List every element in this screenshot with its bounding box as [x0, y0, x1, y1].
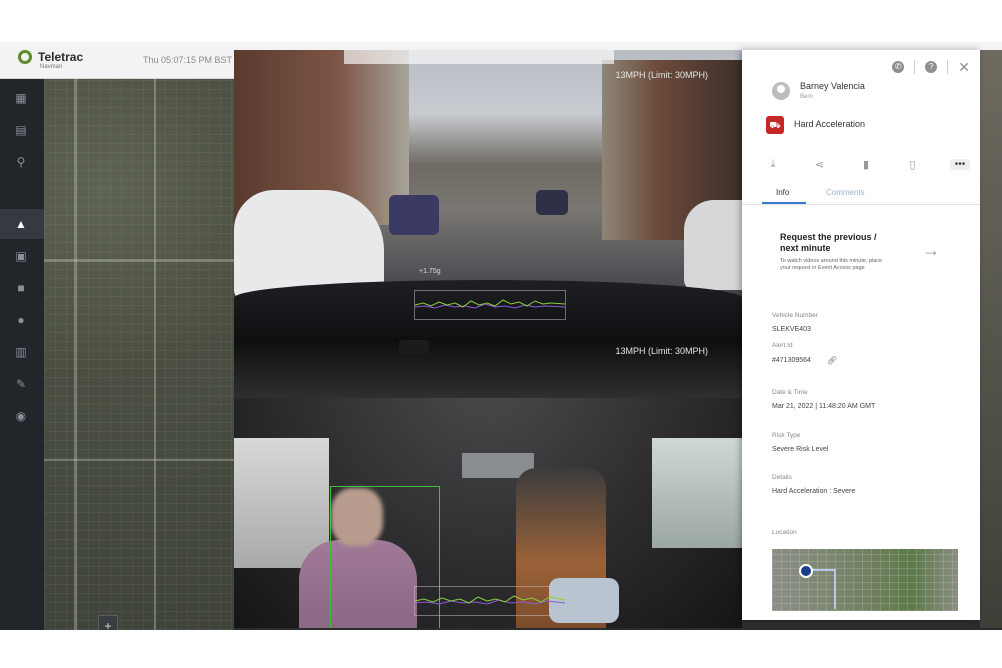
alert-id-value: #471309564 — [772, 357, 811, 364]
logo[interactable]: Teletrac — [18, 50, 83, 64]
map-road — [44, 259, 234, 262]
vehicle-number-value: SLEKVE403 — [772, 326, 811, 333]
map-edge — [980, 50, 1002, 628]
wrench-icon[interactable]: ✎ — [14, 377, 28, 391]
details-value: Hard Acceleration : Severe — [772, 488, 856, 495]
location-pin-icon — [799, 564, 813, 578]
more-options-icon[interactable]: ••• — [950, 159, 970, 170]
road-facing-camera: 13MPH (Limit: 30MPH) +1.75g — [234, 50, 742, 340]
report-icon[interactable]: ▮ — [857, 158, 875, 171]
g-force-label: +1.75g — [419, 268, 441, 275]
logo-subtext: Navman — [40, 64, 63, 70]
location-mini-map[interactable] — [772, 549, 958, 611]
download-icon[interactable]: ⤓ — [764, 158, 782, 171]
cabin-speed-readout: 13MPH (Limit: 30MPH) — [615, 346, 708, 356]
rearview-mirror — [399, 340, 429, 354]
request-subtext-line2: your request in Event Access page — [780, 265, 865, 271]
panel-tabs: Info Comments — [742, 182, 980, 205]
current-datetime: Thu 05:07:15 PM BST — [143, 55, 233, 65]
location-icon[interactable]: ◉ — [14, 409, 28, 423]
details-label: Details — [772, 474, 792, 481]
mobile-icon[interactable]: ▯ — [904, 158, 922, 171]
alert-icon[interactable]: ▲ — [14, 217, 28, 231]
risk-type-label: Risk Type — [772, 432, 801, 439]
help-icon[interactable]: ? — [925, 61, 938, 73]
datetime-value: Mar 21, 2022 | 11:48:20 AM GMT — [772, 403, 876, 410]
event-title: Hard Acceleration — [794, 119, 866, 129]
document-icon[interactable]: ▤ — [14, 123, 28, 137]
truck-icon: ⛟ — [766, 116, 784, 134]
app-window: Teletrac Navman Thu 05:07:15 PM BST ▦ ▤ … — [0, 42, 1002, 630]
report-icon[interactable]: ▥ — [14, 345, 28, 359]
calendar-icon[interactable]: ▣ — [14, 249, 28, 263]
map-road — [44, 459, 234, 461]
event-detail-panel: ✆ ? ✕ Barney Valencia Bern ⛟ Hard Accele… — [742, 50, 980, 620]
driver-name[interactable]: Barney Valencia — [800, 81, 865, 91]
request-title-line1: Request the previous / — [780, 232, 877, 242]
header-divider — [947, 60, 949, 74]
dashboard-icon[interactable]: ▦ — [14, 91, 28, 105]
cabin-g-force-graph — [414, 586, 566, 616]
video-icon[interactable]: ■ — [14, 281, 28, 295]
zoom-in-button[interactable]: + — [99, 616, 117, 630]
route-line — [808, 569, 836, 609]
teletrac-logo-icon — [18, 50, 32, 64]
scene-car — [684, 200, 742, 290]
request-title-line2: next minute — [780, 243, 831, 253]
request-video-link[interactable]: Request the previous / next minute To wa… — [780, 232, 940, 272]
route-icon[interactable]: ⚲ — [14, 155, 28, 169]
vehicle-number-label: Vehicle Number — [772, 312, 818, 319]
map-road — [154, 79, 156, 630]
scene-car — [389, 195, 439, 235]
road-speed-readout: 13MPH (Limit: 30MPH) — [615, 70, 708, 80]
active-tab-indicator — [762, 202, 806, 204]
paperclip-icon[interactable]: 🔗︎ — [827, 356, 837, 365]
video-overlay-bar — [344, 50, 614, 64]
header-divider — [914, 60, 916, 74]
arrow-right-icon[interactable]: → — [922, 240, 940, 261]
tab-info[interactable]: Info — [776, 188, 789, 197]
tab-comments[interactable]: Comments — [826, 188, 865, 197]
map-zoom-control: + − — [98, 615, 118, 630]
request-subtext-line1: To watch videos around this minute, plac… — [780, 258, 883, 264]
risk-type-value: Severe Risk Level — [772, 446, 829, 453]
close-icon[interactable]: ✕ — [958, 60, 970, 74]
cabin-window — [652, 438, 742, 548]
driver-facing-camera: 13MPH (Limit: 30MPH) — [234, 338, 742, 628]
event-actions-toolbar: ⤓ ⋖ ▮ ▯ ••• — [764, 158, 970, 171]
logo-text: Teletrac — [38, 50, 84, 64]
map-road — [74, 79, 77, 630]
left-nav-rail: ▦ ▤ ⚲ ▲ ▣ ■ ● ▥ ✎ ◉ — [0, 79, 44, 630]
driver-group: Bern — [800, 94, 813, 100]
panel-header-actions: ✆ ? ✕ — [892, 60, 970, 74]
driver-avatar — [772, 82, 790, 100]
share-icon[interactable]: ⋖ — [811, 158, 829, 171]
driver-icon[interactable]: ● — [14, 313, 28, 327]
datetime-label: Date & Time — [772, 389, 808, 396]
request-subtext: To watch videos around this minute, plac… — [780, 258, 940, 272]
scene-car — [536, 190, 568, 215]
g-force-graph — [414, 290, 566, 320]
location-label: Location — [772, 529, 797, 536]
alert-id-label: Alert Id — [772, 342, 793, 349]
phone-icon[interactable]: ✆ — [892, 61, 905, 73]
satellite-map[interactable]: + − — [44, 79, 234, 630]
event-video-player[interactable]: 13MPH (Limit: 30MPH) +1.75g 13MPH (Limit… — [234, 50, 742, 628]
